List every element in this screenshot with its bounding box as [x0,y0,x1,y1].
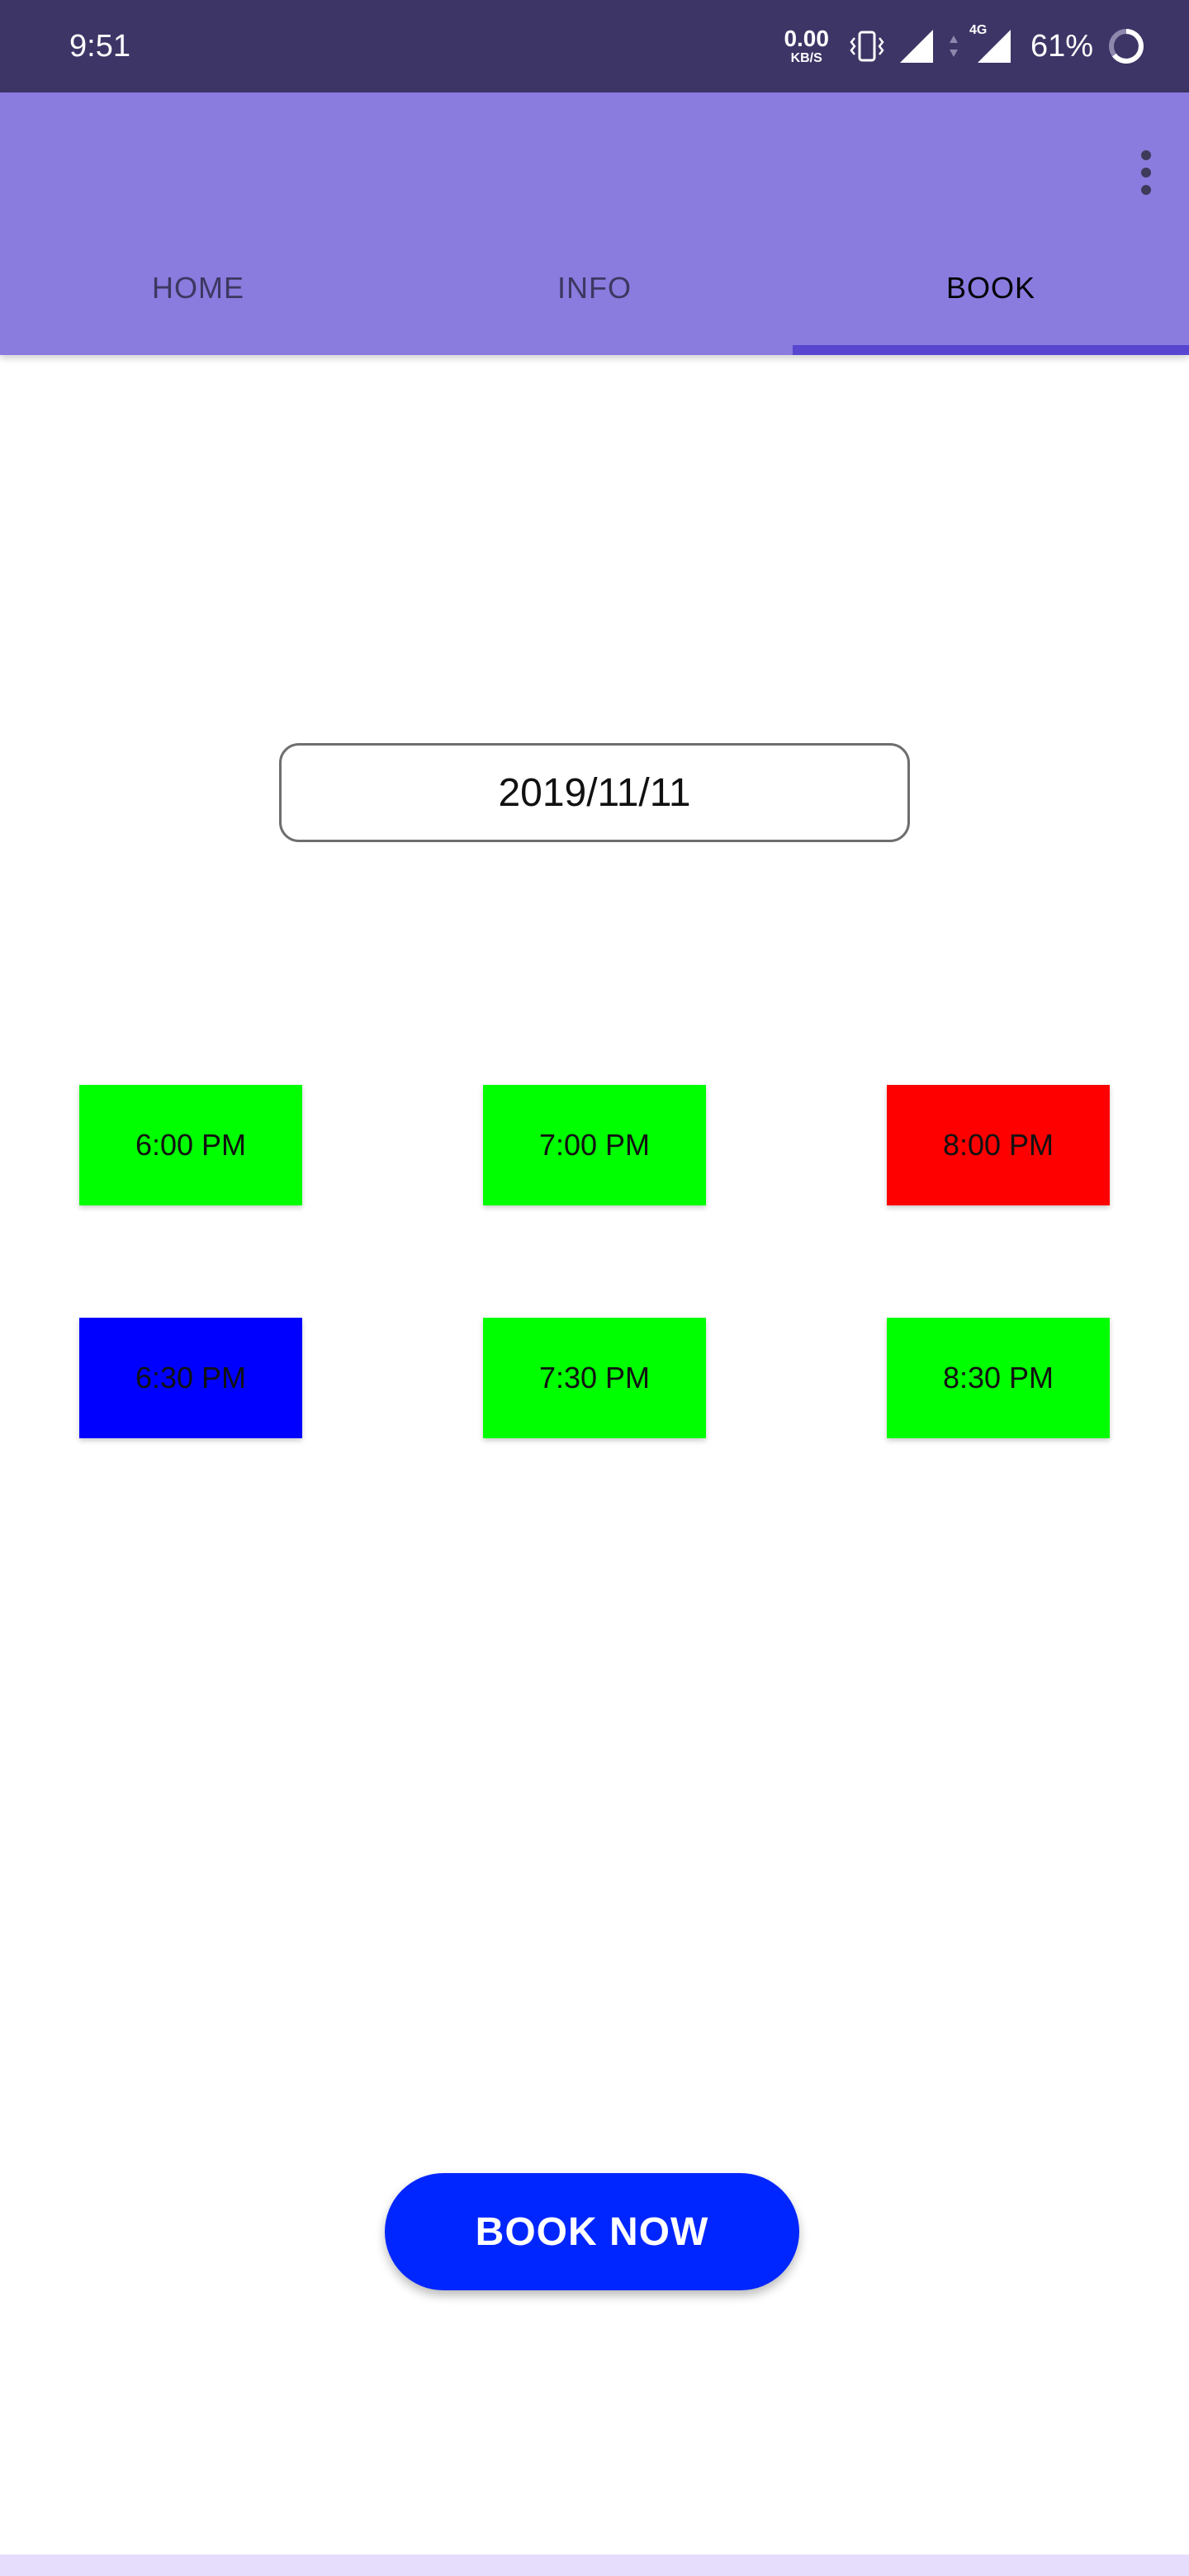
network-speed-unit: KB/S [790,51,822,65]
tab-bar: HOME INFO BOOK [0,231,1189,355]
status-bar: 9:51 0.00 KB/S 4G 61% [0,0,1189,92]
tab-indicator [793,345,1189,355]
date-picker-field[interactable]: 2019/11/11 [279,743,910,842]
overflow-menu-button[interactable] [1120,137,1172,211]
network-type-label: 4G [969,23,988,37]
data-arrows-icon [948,34,959,59]
time-slot-button[interactable]: 7:30 PM [483,1318,706,1438]
battery-ring-icon [1106,26,1146,66]
vibrate-icon [849,28,885,64]
tab-home[interactable]: HOME [0,231,396,355]
time-slot-button[interactable]: 8:00 PM [887,1085,1110,1205]
time-slot-button[interactable]: 8:30 PM [887,1318,1110,1438]
time-slot-button[interactable]: 7:00 PM [483,1085,706,1205]
app-bar: HOME INFO BOOK [0,92,1189,355]
status-icons: 0.00 KB/S 4G 61% [784,20,1146,73]
time-slot-button[interactable]: 6:00 PM [79,1085,302,1205]
cell-signal-icon [898,28,935,64]
network-speed-value: 0.00 [784,26,829,51]
status-time: 9:51 [69,29,130,64]
more-vert-icon [1139,149,1153,200]
tab-book[interactable]: BOOK [793,231,1189,355]
tab-info[interactable]: INFO [396,231,793,355]
battery-percent: 61% [1030,28,1093,64]
network-speed: 0.00 KB/S [784,27,829,65]
time-slot-button[interactable]: 6:30 PM [79,1318,302,1438]
book-now-button[interactable]: BOOK NOW [385,2173,799,2290]
cell-signal-4g-icon: 4G [969,23,1012,64]
tab-book-label: BOOK [945,271,1036,305]
bottom-edge [0,2555,1189,2576]
